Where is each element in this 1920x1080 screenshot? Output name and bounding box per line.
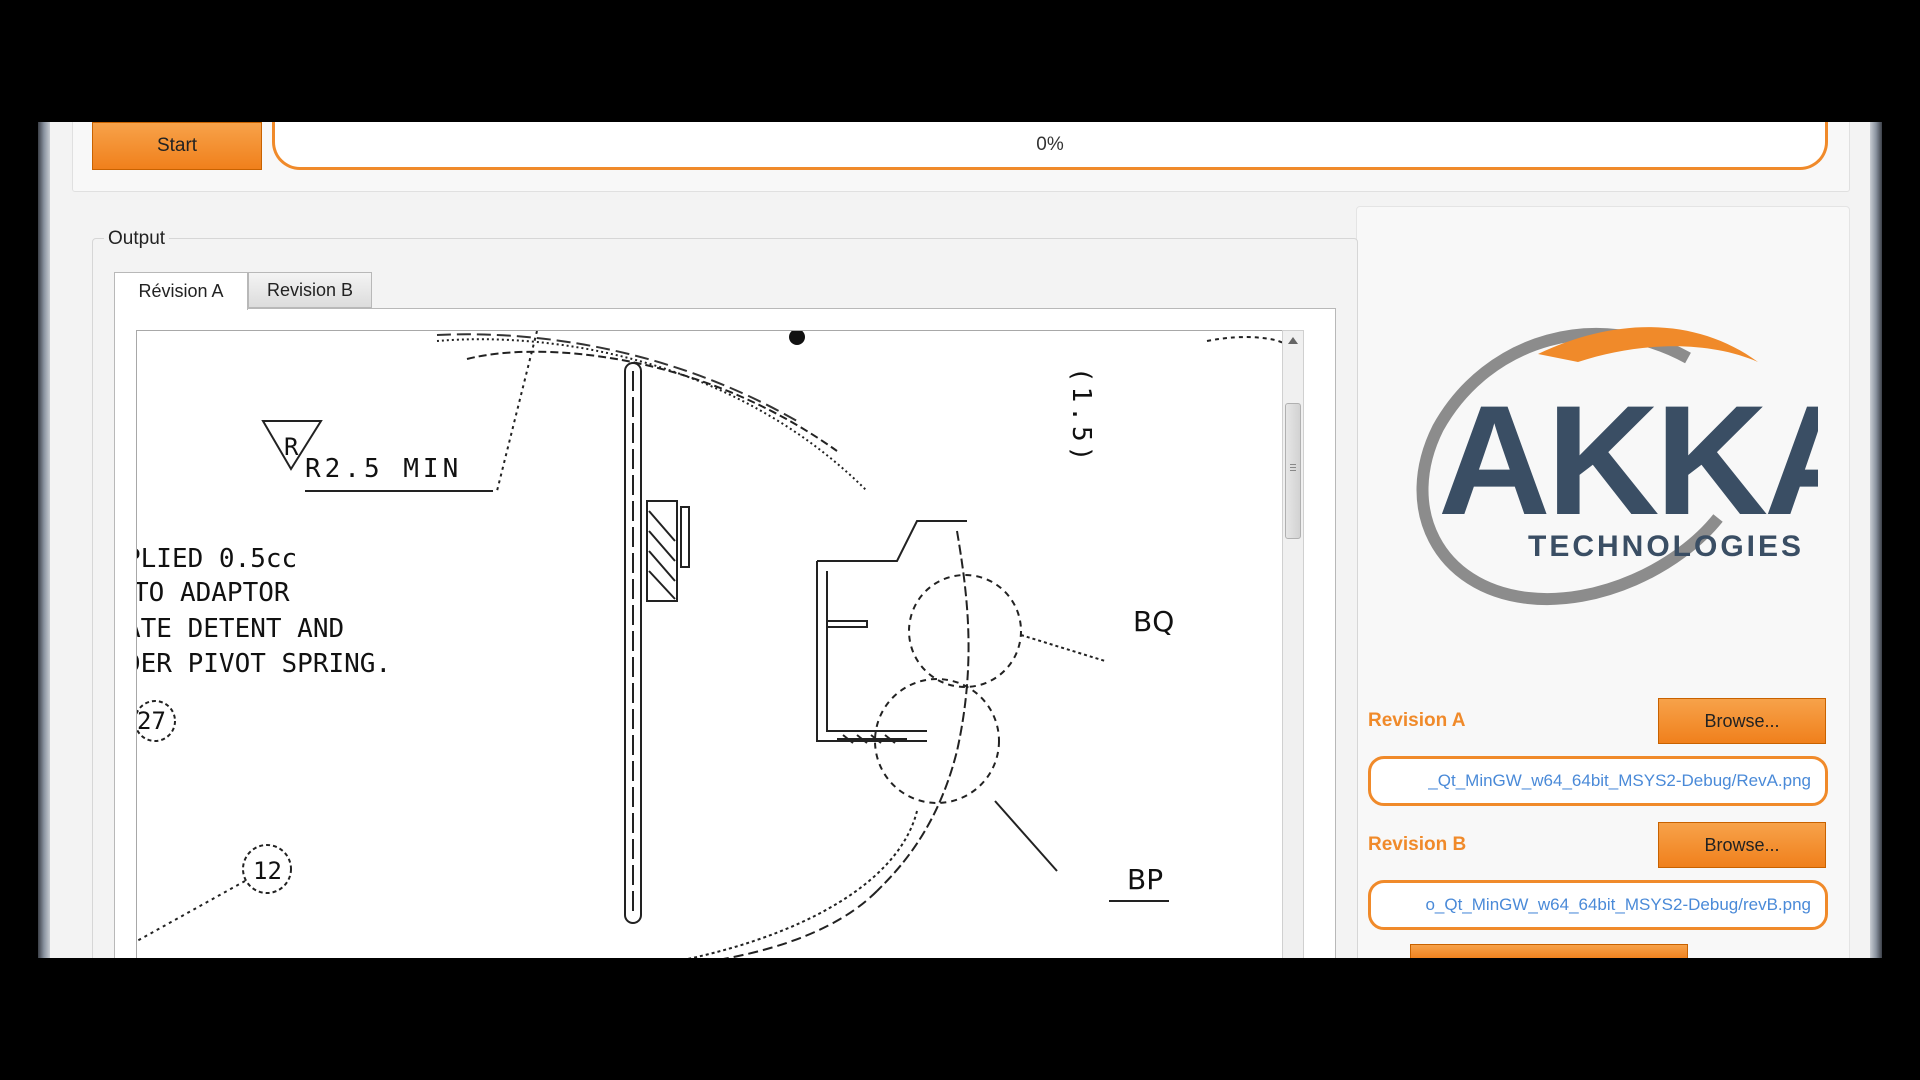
spring-clip [680,506,690,568]
grip-icon [1290,464,1296,465]
note-line-2: TO ADAPTOR [137,578,290,608]
revision-a-path-field[interactable]: _Qt_MinGW_w64_64bit_MSYS2-Debug/RevA.png [1368,756,1828,806]
revision-b-path-text: o_Qt_MinGW_w64_64bit_MSYS2-Debug/revB.pn… [1425,895,1811,914]
akka-logo: AKKA TECHNOLOGIES [1416,327,1818,605]
scrollbar-thumb[interactable] [1285,403,1301,539]
start-button[interactable]: Start [92,122,262,170]
scroll-up-arrow-icon[interactable] [1288,337,1298,344]
arc-dashed-bottom [687,810,918,958]
app-window: Start 0% Output Révision A Revision B R … [38,122,1882,958]
drawing-image-view[interactable]: R R2.5 MIN PLIED 0.5cc TO ADAPTOR ATE DE… [136,330,1284,958]
arc-hatched-bottom [723,890,878,958]
note-line-4: DER PIVOT SPRING. [137,649,391,679]
bracket-top [817,520,967,562]
bracket-step [827,620,868,628]
progress-text: 0% [1036,133,1064,155]
browse-revision-b-button[interactable]: Browse... [1658,822,1826,868]
note-line-1: PLIED 0.5cc [137,544,297,574]
bracket-outline [816,561,927,742]
arc-mechanism [876,530,970,892]
letterbox-top [0,0,1920,122]
dimension-text: (1.5) [1066,367,1096,465]
progress-bar: 0% [272,122,1828,170]
leader-line [496,331,538,492]
callout-bq: BQ [1133,605,1174,638]
output-title: Output [104,228,170,250]
leader-bq [1020,634,1106,662]
vertical-scrollbar[interactable] [1282,330,1304,958]
callout-bp: BP [1127,863,1163,896]
spring-hatch [648,510,676,600]
note-line-3: ATE DETENT AND [137,614,344,644]
window-frame-right [1870,122,1882,958]
r-symbol-text: R [284,433,299,461]
min-label: R2.5 MIN [305,454,462,484]
browse-revision-a-button[interactable]: Browse... [1658,698,1826,744]
arc-dashed-2 [436,338,868,492]
revision-a-label: Revision A [1368,710,1466,731]
compare-button-partial[interactable] [1410,944,1688,958]
arc-hatched-top [436,333,798,422]
tab-revision-a[interactable]: Révision A [114,272,248,310]
revision-a-path-text: _Qt_MinGW_w64_64bit_MSYS2-Debug/RevA.png [1428,771,1811,790]
drawing-dot [789,331,805,345]
logo-subtitle: TECHNOLOGIES [1528,530,1804,563]
window-frame-left [38,122,50,958]
arc-dashed-1 [466,350,838,452]
leader-bp [994,800,1058,872]
revision-b-path-field[interactable]: o_Qt_MinGW_w64_64bit_MSYS2-Debug/revB.pn… [1368,880,1828,930]
tab-revision-a-label: Révision A [138,281,224,301]
balloon-12-text: 12 [253,857,282,885]
logo-brand: AKKA [1438,374,1818,548]
balloon-12-leader [137,880,246,942]
letterbox-bottom [0,958,1920,1080]
revision-b-label: Revision B [1368,834,1467,855]
tab-revision-b-label: Revision B [266,279,354,300]
technical-drawing: R R2.5 MIN PLIED 0.5cc TO ADAPTOR ATE DE… [137,331,1283,958]
balloon-27-text: 27 [137,707,166,735]
tab-revision-b[interactable]: Revision B [248,272,372,308]
arc-top-right [1206,336,1283,344]
